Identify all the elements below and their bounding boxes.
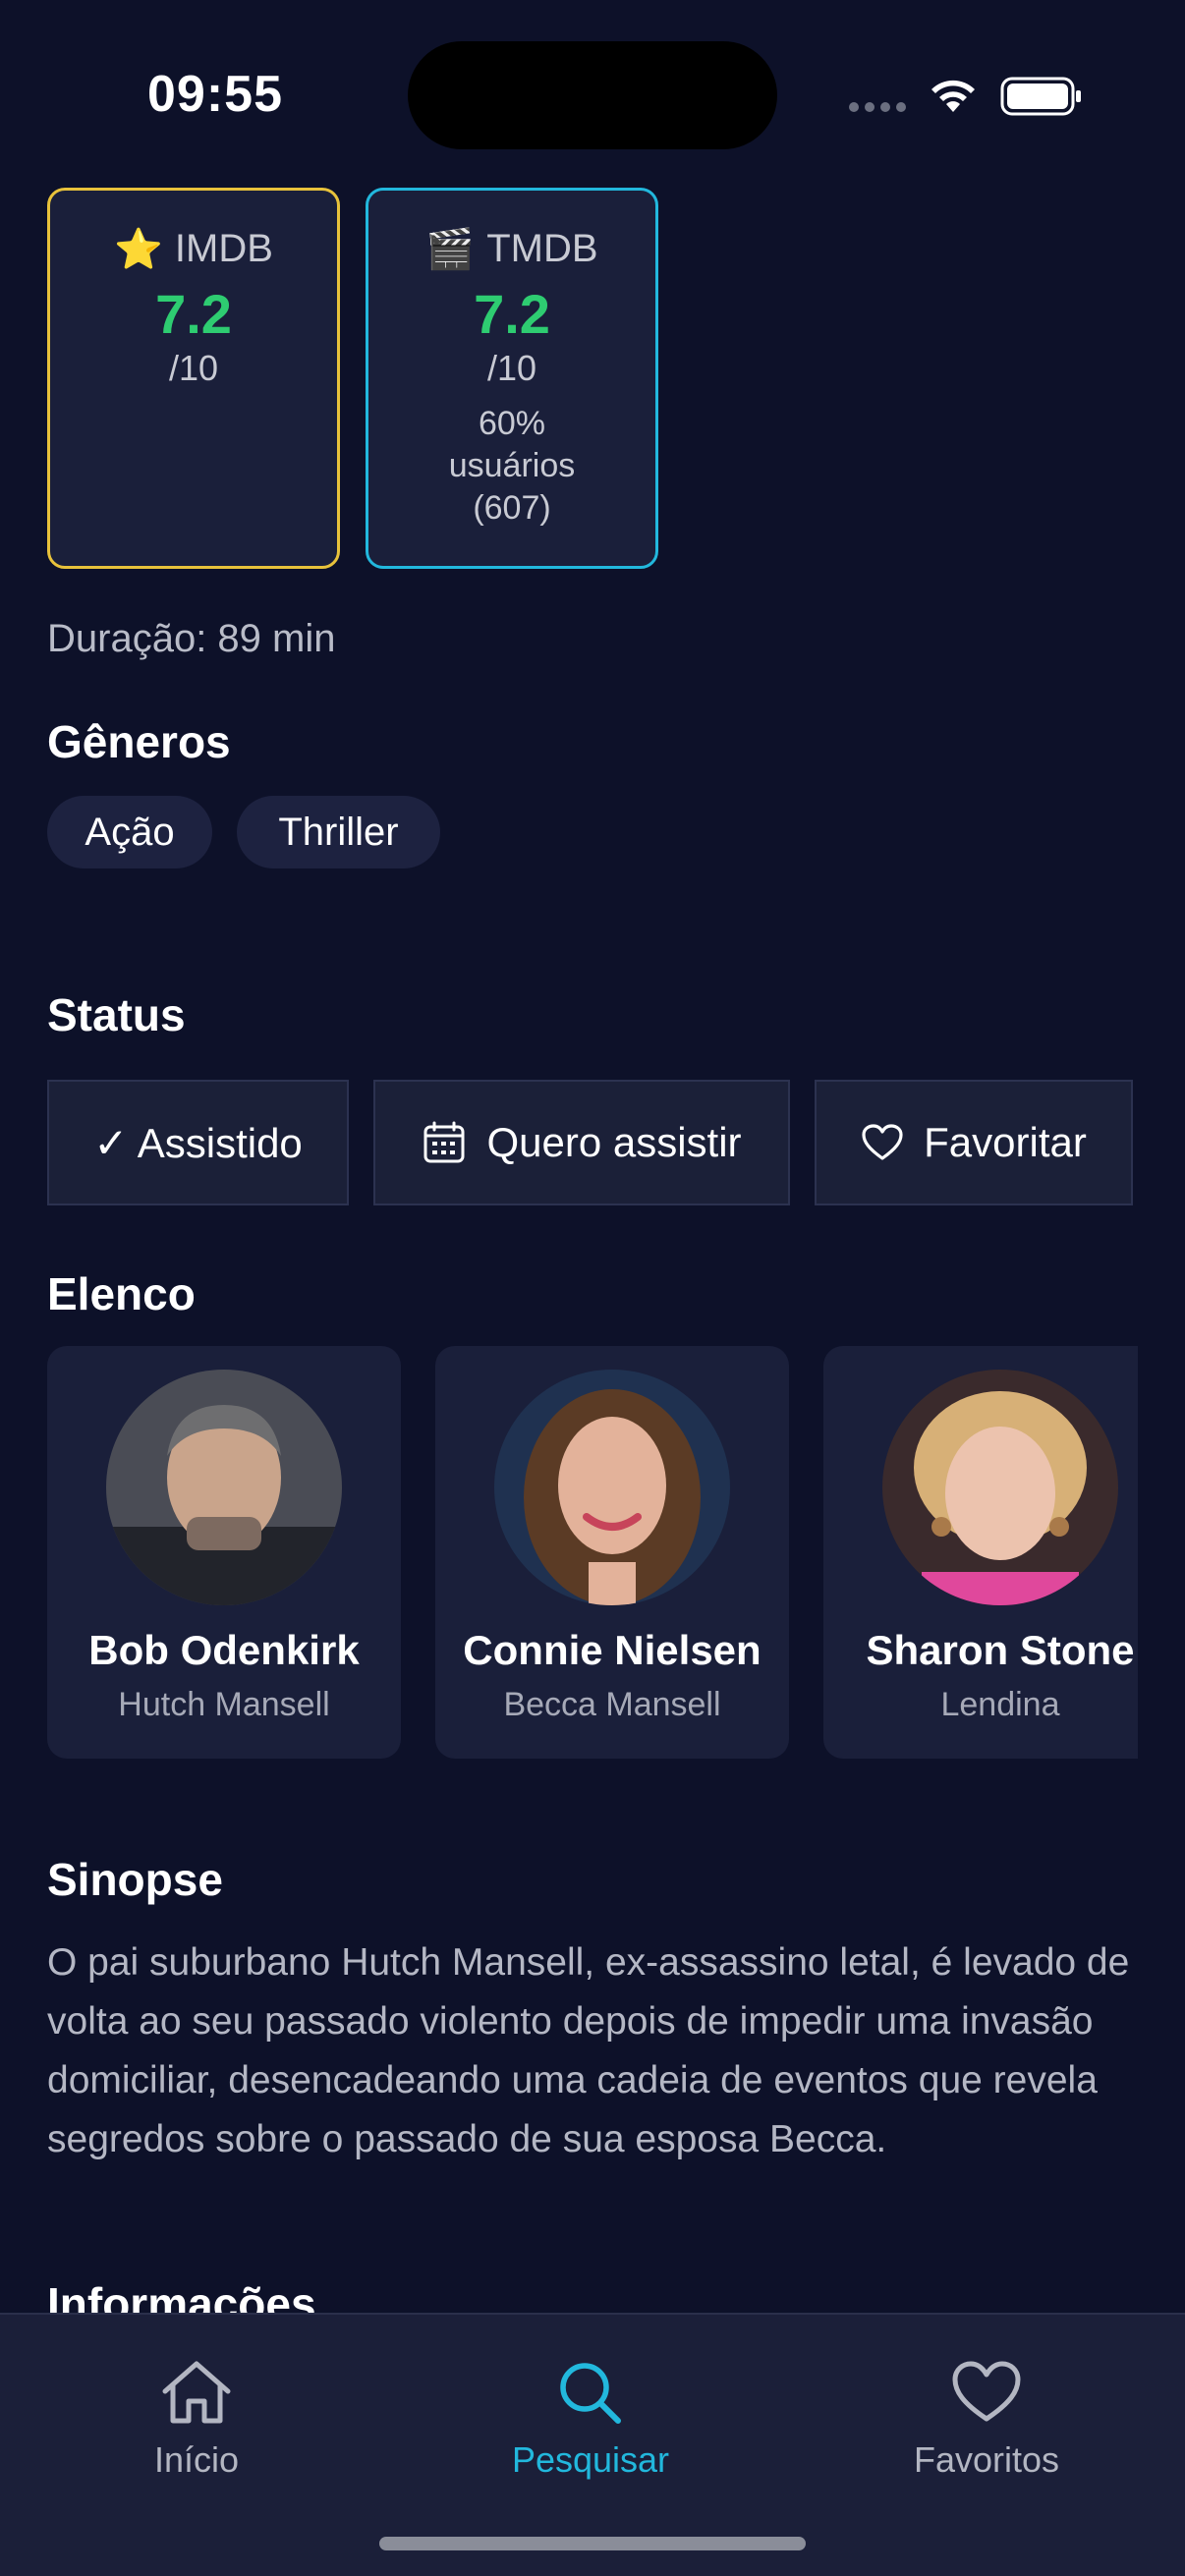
tab-label: Início <box>153 2439 240 2480</box>
watchlist-label: Quero assistir <box>486 1119 742 1165</box>
status-time: 09:55 <box>147 66 283 123</box>
genre-chip[interactable]: Ação <box>47 796 212 868</box>
cast-name: Sharon Stone <box>866 1627 1135 1673</box>
avatar <box>106 1370 342 1605</box>
imdb-rating-card: ⭐ IMDB 7.2 /10 <box>47 188 340 569</box>
avatar <box>882 1370 1118 1605</box>
rating-score: 7.2 <box>155 283 232 345</box>
heart-icon <box>952 2361 1021 2422</box>
battery-icon <box>1000 77 1081 116</box>
tab-label: Favoritos <box>913 2439 1060 2480</box>
cast-card[interactable]: Bob Odenkirk Hutch Mansell <box>47 1346 401 1759</box>
watched-label: ✓ Assistido <box>93 1119 303 1166</box>
rating-max: /10 <box>168 348 219 388</box>
home-icon <box>162 2361 231 2424</box>
genres-title: Gêneros <box>47 716 231 767</box>
cast-role: Becca Mansell <box>503 1686 721 1723</box>
home-indicator <box>379 2537 806 2550</box>
tab-pesquisar[interactable]: Pesquisar <box>463 2358 718 2481</box>
wifi-icon <box>931 80 975 112</box>
cast-title: Elenco <box>47 1268 196 1319</box>
cast-card[interactable]: Sharon Stone Lendina <box>823 1346 1138 1759</box>
favorite-label: Favoritar <box>924 1119 1087 1165</box>
cast-carousel[interactable]: Bob Odenkirk Hutch Mansell Connie Nielse… <box>47 1346 1138 1759</box>
cast-name: Bob Odenkirk <box>88 1627 360 1673</box>
favorite-button[interactable]: Favoritar <box>815 1080 1133 1205</box>
heart-icon <box>862 1124 903 1160</box>
tmdb-rating-card: 🎬 TMDB 7.2 /10 60% usuários (607) <box>366 188 658 569</box>
rating-users-label: usuários <box>448 447 576 484</box>
status-bar: 09:55 <box>0 0 1185 177</box>
cast-name: Connie Nielsen <box>463 1627 762 1673</box>
synopsis-text: O pai suburbano Hutch Mansell, ex-assass… <box>47 1941 1130 2160</box>
cast-card[interactable]: Connie Nielsen Becca Mansell <box>435 1346 789 1759</box>
avatar <box>494 1370 730 1605</box>
watchlist-button[interactable]: Quero assistir <box>373 1080 790 1205</box>
signal-icon <box>849 102 906 112</box>
calendar-icon <box>423 1121 465 1163</box>
cast-role: Hutch Mansell <box>118 1686 330 1723</box>
genre-chip[interactable]: Thriller <box>237 796 440 868</box>
duration-text: Duração: 89 min <box>47 617 336 660</box>
rating-score: 7.2 <box>474 283 550 345</box>
tab-label: Pesquisar <box>511 2439 670 2480</box>
watched-button[interactable]: ✓ Assistido <box>47 1080 349 1205</box>
tab-inicio[interactable]: Início <box>69 2358 324 2481</box>
tab-favoritos[interactable]: Favoritos <box>859 2358 1114 2481</box>
rating-percent: 60% <box>478 405 546 442</box>
star-icon: ⭐ <box>114 228 163 271</box>
synopsis-title: Sinopse <box>47 1854 223 1905</box>
search-icon <box>560 2363 621 2424</box>
dynamic-island <box>408 41 777 149</box>
rating-source: TMDB <box>486 227 598 270</box>
clapperboard-icon: 🎬 <box>425 228 476 271</box>
rating-votes: (607) <box>473 489 551 527</box>
rating-source: IMDB <box>174 227 273 270</box>
rating-max: /10 <box>486 348 537 388</box>
status-title: Status <box>47 989 186 1040</box>
cast-role: Lendina <box>940 1686 1060 1723</box>
